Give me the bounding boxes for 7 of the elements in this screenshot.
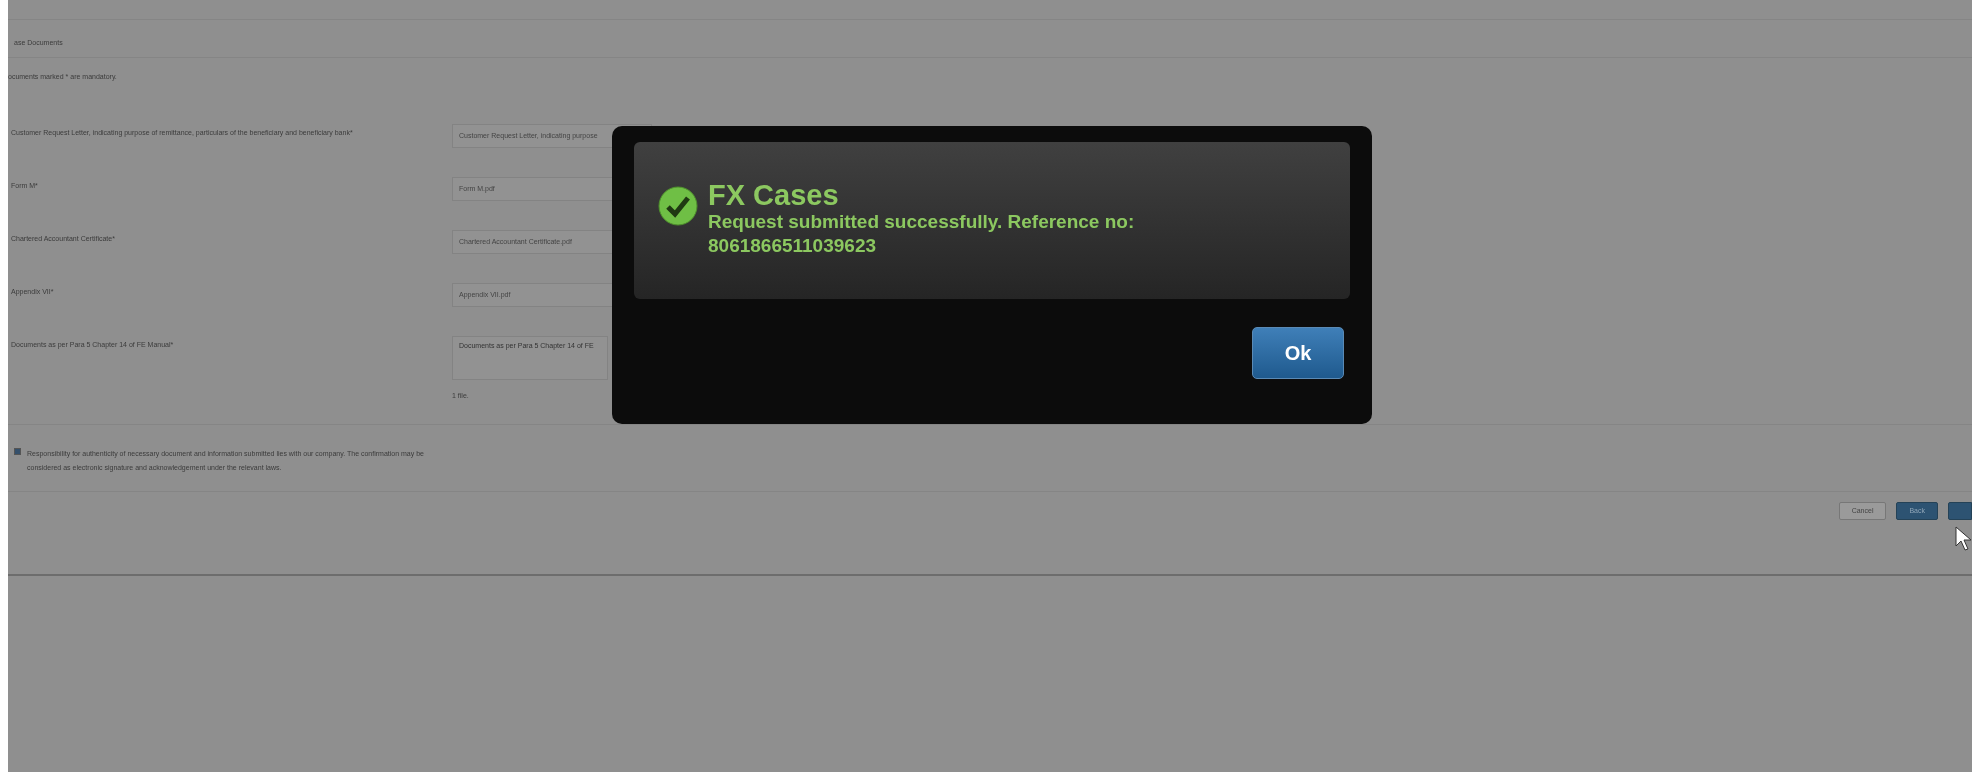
dialog-title: FX Cases bbox=[708, 180, 840, 210]
success-check-icon bbox=[658, 186, 698, 226]
dialog-message: Request submitted successfully. Reference no: 8061866511039623 bbox=[708, 210, 1136, 258]
submit-button[interactable] bbox=[1948, 501, 1972, 520]
mouse-cursor-icon bbox=[1955, 526, 1972, 552]
checkbox[interactable] bbox=[14, 447, 21, 455]
ok-button[interactable]: Ok bbox=[1252, 327, 1344, 379]
